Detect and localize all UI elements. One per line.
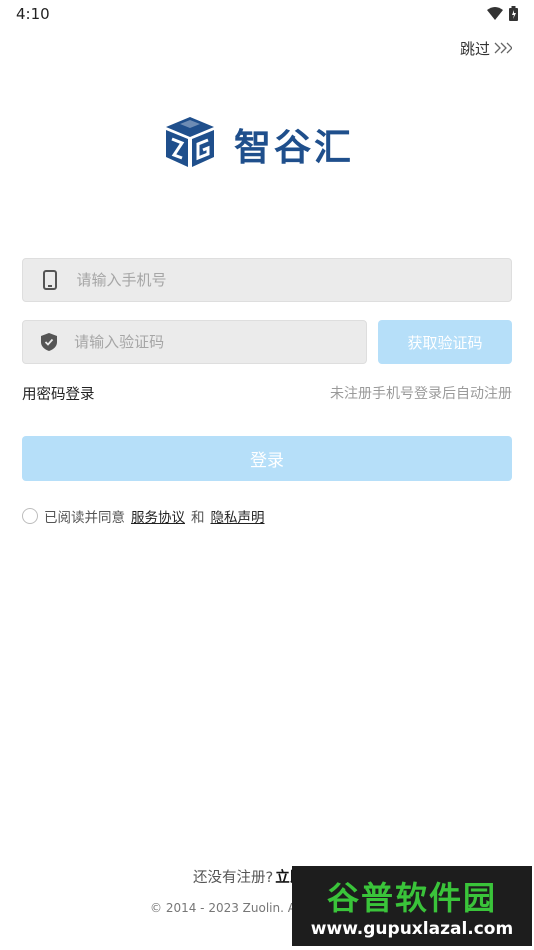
site-watermark: 谷普软件园 www.gupuxlazal.com <box>292 866 532 946</box>
agreement-checkbox[interactable] <box>22 508 38 524</box>
shield-check-icon <box>23 333 74 351</box>
logo-cube-icon <box>162 115 218 173</box>
no-account-text: 还没有注册? <box>193 870 274 886</box>
app-name: 智谷汇 <box>234 126 354 169</box>
skip-label: 跳过 <box>459 40 490 58</box>
password-login-link[interactable]: 用密码登录 <box>22 383 95 404</box>
copyright: © 2014 - 2023 Zuolin. All <box>150 901 303 915</box>
get-code-button[interactable]: 获取验证码 <box>378 320 512 364</box>
agreement-and: 和 <box>191 510 205 526</box>
phone-input[interactable] <box>76 271 511 289</box>
agreement-row: 已阅读并同意 服务协议 和 隐私声明 <box>22 506 265 526</box>
skip-button[interactable]: 跳过 <box>459 38 513 59</box>
watermark-title: 谷普软件园 <box>326 879 497 917</box>
login-button[interactable]: 登录 <box>22 436 512 481</box>
app-logo: 智谷汇 <box>162 115 354 173</box>
status-icons <box>487 6 518 25</box>
phone-field[interactable] <box>22 258 512 302</box>
agreement-prefix: 已阅读并同意 <box>44 510 125 526</box>
service-agreement-link[interactable]: 服务协议 <box>131 506 185 526</box>
phone-icon <box>23 270 76 290</box>
status-time: 4:10 <box>16 5 50 23</box>
watermark-url: www.gupuxlazal.com <box>310 919 514 939</box>
privacy-statement-link[interactable]: 隐私声明 <box>211 506 265 526</box>
auto-register-hint: 未注册手机号登录后自动注册 <box>330 386 512 402</box>
wifi-icon <box>487 6 503 25</box>
code-input[interactable] <box>74 333 366 351</box>
battery-icon <box>509 6 518 25</box>
code-field[interactable] <box>22 320 367 364</box>
status-bar: 4:10 <box>0 0 534 28</box>
double-chevron-right-icon <box>494 40 513 58</box>
